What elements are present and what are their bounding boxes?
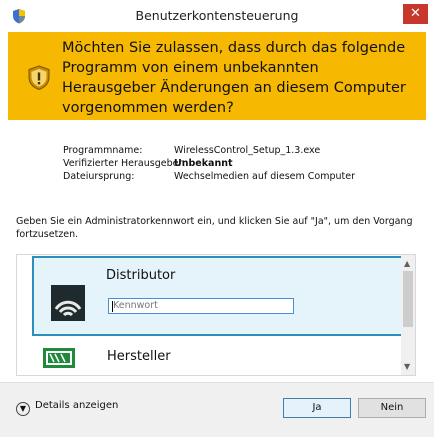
warning-shield-icon [28,65,50,91]
vendor-logo-icon [43,348,75,368]
text-caret [112,301,113,312]
account-name: Distributor [106,268,176,283]
publisher-label: Verifizierter Herausgeber: [63,158,186,169]
account-tile-distributor[interactable]: Distributor Kennwort [32,256,404,336]
program-name-value: WirelessControl_Setup_1.3.exe [174,145,321,156]
dialog-footer: ▼ Details anzeigen Ja Nein [0,382,434,437]
scroll-thumb[interactable] [403,271,413,327]
window-title: Benutzerkontensteuerung [135,8,299,23]
close-button[interactable]: ✕ [403,4,428,24]
show-details-label: Details anzeigen [35,400,119,411]
password-placeholder: Kennwort [113,300,158,311]
publisher-value: Unbekannt [174,158,233,169]
wifi-icon [51,285,85,321]
program-name-row: Programmname: WirelessControl_Setup_1.3.e… [63,144,355,157]
program-name-label: Programmname: [63,145,143,156]
program-details: Programmname: WirelessControl_Setup_1.3.e… [63,144,355,183]
account-list[interactable]: Distributor Kennwort Hersteller ▲ ▼ [16,254,416,376]
file-origin-label: Dateiursprung: [63,171,135,182]
account-name-hersteller[interactable]: Hersteller [107,349,171,364]
no-button[interactable]: Nein [358,398,426,418]
scroll-up-icon[interactable]: ▲ [404,259,410,268]
admin-prompt: Geben Sie ein Administratorkennwort ein,… [16,216,413,240]
file-origin-row: Dateiursprung: Wechselmedien auf diesem C… [63,170,355,183]
file-origin-value: Wechselmedien auf diesem Computer [174,171,356,182]
show-details-link[interactable]: ▼ Details anzeigen [16,400,118,416]
banner-message: Möchten Sie zulassen, dass durch das fol… [62,40,406,116]
password-field[interactable]: Kennwort [108,298,294,314]
publisher-row: Verifizierter Herausgeber:Unbekannt [63,157,355,170]
chevron-down-icon: ▼ [16,402,30,416]
yes-button[interactable]: Ja [283,398,351,418]
scroll-down-icon[interactable]: ▼ [404,362,410,371]
warning-banner: Möchten Sie zulassen, dass durch das fol… [8,32,426,120]
scrollbar[interactable]: ▲ ▼ [401,255,415,375]
title-bar: Benutzerkontensteuerung ✕ [0,0,434,32]
